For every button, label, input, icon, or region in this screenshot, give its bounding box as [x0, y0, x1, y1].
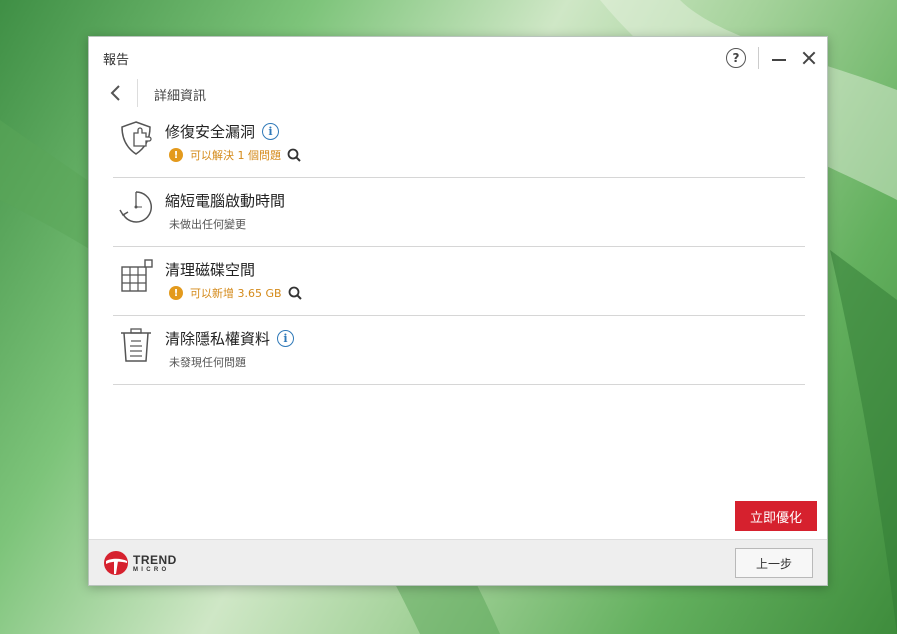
result-list: 修復安全漏洞 i ! 可以解決 1 個問題 縮短電腦啟動時間 未做出任何變更 清… [113, 109, 805, 385]
item-title: 縮短電腦啟動時間 [165, 192, 286, 210]
info-icon[interactable]: i [277, 330, 295, 347]
trash-icon [121, 328, 151, 362]
logo-text: TREND MICRO [133, 554, 177, 573]
item-title: 修復安全漏洞 [165, 123, 256, 141]
info-icon[interactable]: i [262, 123, 280, 140]
back-arrow-icon[interactable] [107, 83, 127, 103]
item-title: 清除隱私權資料 [165, 330, 271, 348]
item-status: 可以新增 3.65 GB [190, 287, 282, 300]
logo-line2: MICRO [133, 566, 170, 573]
help-button[interactable]: ? [726, 48, 746, 68]
close-button[interactable] [801, 50, 817, 66]
titlebar-divider [758, 47, 759, 69]
item-status: 未發現任何問題 [169, 356, 246, 369]
item-status-row: ! 可以解決 1 個問題 [169, 147, 301, 163]
item-title-row: 修復安全漏洞 i [165, 121, 280, 142]
warning-icon: ! [169, 286, 183, 300]
item-title-row: 清理磁碟空間 [165, 259, 255, 280]
subheader-divider [137, 79, 138, 107]
optimize-now-button[interactable]: 立即優化 [735, 501, 817, 531]
footer: TREND MICRO 上一步 [89, 539, 827, 585]
item-title: 清理磁碟空間 [165, 261, 256, 279]
list-item-security: 修復安全漏洞 i ! 可以解決 1 個問題 [113, 109, 805, 178]
disk-grid-icon [121, 259, 153, 292]
item-title-row: 清除隱私權資料 i [165, 328, 295, 349]
list-item-startup: 縮短電腦啟動時間 未做出任何變更 [113, 178, 805, 247]
list-item-disk: 清理磁碟空間 ! 可以新增 3.65 GB [113, 247, 805, 316]
item-status-row: ! 可以新增 3.65 GB [169, 285, 302, 301]
minimize-button[interactable] [771, 50, 787, 66]
trend-micro-logo-icon [104, 551, 128, 575]
item-status: 未做出任何變更 [169, 218, 246, 231]
trend-micro-logo: TREND MICRO [103, 550, 177, 576]
title-bar: 報告 ? [89, 37, 827, 77]
shield-puzzle-icon [121, 121, 152, 155]
item-status-row: 未發現任何問題 [169, 354, 246, 370]
subheader: 詳細資訊 [89, 77, 827, 109]
report-window: 報告 ? 詳細資訊 修復安全漏洞 i ! 可以解決 1 個問題 縮短電腦啟動時間… [88, 36, 828, 586]
window-title: 報告 [103, 53, 130, 68]
search-icon[interactable] [288, 286, 302, 300]
item-title-row: 縮短電腦啟動時間 [165, 190, 285, 211]
window-controls: ? [726, 47, 817, 69]
logo-line1: TREND [133, 552, 177, 567]
previous-step-button[interactable]: 上一步 [735, 548, 813, 578]
warning-icon: ! [169, 148, 183, 162]
list-item-privacy: 清除隱私權資料 i 未發現任何問題 [113, 316, 805, 385]
subheader-title: 詳細資訊 [154, 89, 207, 104]
search-icon[interactable] [287, 148, 301, 162]
item-status-row: 未做出任何變更 [169, 216, 246, 232]
timer-icon [119, 191, 152, 223]
item-status: 可以解決 1 個問題 [190, 149, 281, 162]
